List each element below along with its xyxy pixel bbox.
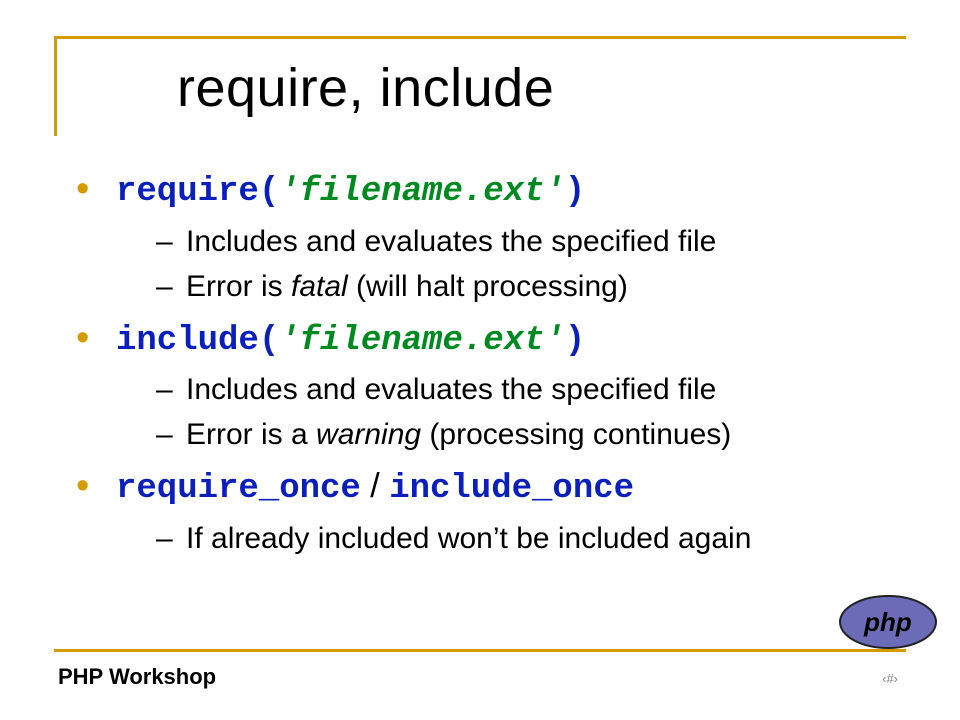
code-close: )	[565, 173, 585, 211]
sub-bullet: Error is fatal (will halt processing)	[156, 264, 906, 309]
code-arg: 'filename.ext'	[279, 322, 565, 360]
code-fn: include_once	[389, 470, 634, 508]
bullet-include: include('filename.ext') Includes and eva…	[72, 315, 906, 458]
sub-em: fatal	[291, 270, 348, 303]
code-fn: require_once	[116, 470, 361, 508]
slide: require, include require('filename.ext')…	[0, 0, 960, 720]
sub-text: (will halt processing)	[348, 270, 628, 303]
php-logo-icon: php	[838, 594, 938, 650]
sub-text: Error is	[186, 270, 291, 303]
footer-page-number: ‹#›	[882, 671, 898, 686]
slide-body: require('filename.ext') Includes and eva…	[72, 160, 906, 567]
title-block: require, include	[54, 36, 906, 136]
footer-title: PHP Workshop	[58, 664, 216, 690]
bullet-once: require_once / include_once If already i…	[72, 463, 906, 561]
code-close: )	[565, 322, 585, 360]
sub-text: Includes and evaluates the specified fil…	[186, 225, 716, 258]
sub-em: warning	[316, 418, 421, 451]
code-fn: require(	[116, 173, 279, 211]
footer-divider	[54, 649, 906, 652]
bullet-require: require('filename.ext') Includes and eva…	[72, 166, 906, 309]
sub-bullet: Includes and evaluates the specified fil…	[156, 219, 906, 264]
sub-text: (processing continues)	[421, 418, 731, 451]
php-logo-text: php	[863, 607, 912, 637]
sub-text: Error is a	[186, 418, 316, 451]
sub-bullet: If already included won’t be included ag…	[156, 516, 906, 561]
sub-bullet: Includes and evaluates the specified fil…	[156, 367, 906, 412]
sub-text: If already included won’t be included ag…	[186, 522, 751, 555]
code-arg: 'filename.ext'	[279, 173, 565, 211]
separator: /	[361, 467, 389, 505]
code-fn: include(	[116, 322, 279, 360]
slide-title: require, include	[57, 57, 554, 119]
sub-text: Includes and evaluates the specified fil…	[186, 373, 716, 406]
sub-bullet: Error is a warning (processing continues…	[156, 412, 906, 457]
